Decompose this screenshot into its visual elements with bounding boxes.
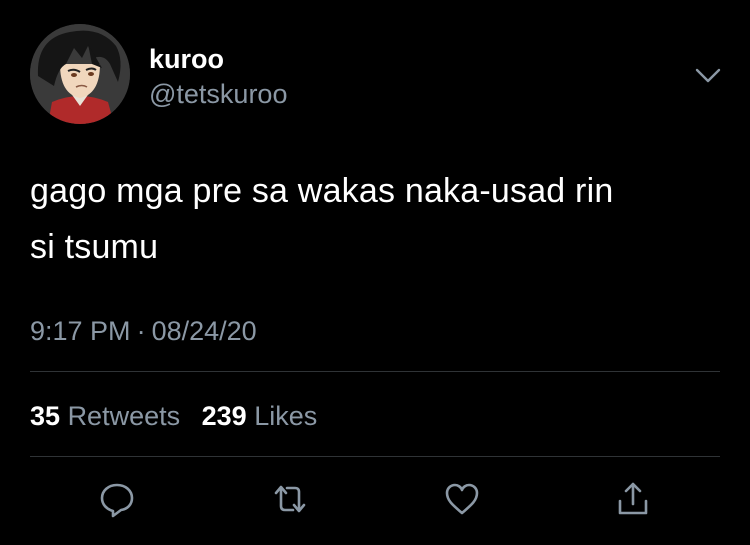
chevron-down-icon[interactable] (694, 66, 722, 86)
tweet-date: 08/24/20 (151, 316, 257, 346)
user-info: kuroo @tetskuroo (149, 43, 287, 111)
share-button[interactable] (613, 479, 653, 519)
avatar[interactable] (30, 24, 130, 124)
tweet-timestamp[interactable]: 9:17 PM · 08/24/20 (30, 313, 257, 349)
retweets-count: 35 (30, 401, 61, 431)
divider (30, 456, 720, 457)
timestamp-separator: · (136, 316, 146, 346)
retweet-button[interactable] (270, 479, 310, 519)
likes-stat[interactable]: 239 Likes (202, 398, 318, 434)
likes-label: Likes (254, 401, 318, 431)
tweet-stats: 35 Retweets 239 Likes (30, 398, 331, 434)
avatar-image (30, 24, 130, 124)
display-name[interactable]: kuroo (149, 43, 287, 75)
like-button[interactable] (442, 479, 482, 519)
tweet-time: 9:17 PM (30, 316, 131, 346)
divider (30, 371, 720, 372)
retweets-label: Retweets (67, 401, 181, 431)
tweet-text-line: si tsumu (30, 228, 159, 266)
tweet-header: kuroo @tetskuroo (30, 24, 730, 124)
reply-button[interactable] (97, 479, 137, 519)
tweet-text-line: gago mga pre sa wakas naka-usad rin (30, 172, 614, 210)
retweets-stat[interactable]: 35 Retweets (30, 398, 180, 434)
share-icon (618, 482, 648, 515)
reply-icon (100, 483, 134, 518)
retweet-icon (274, 485, 306, 513)
likes-count: 239 (201, 401, 247, 431)
tweet-text: gago mga pre sa wakas naka-usad rin si t… (30, 163, 720, 275)
heart-icon (445, 483, 479, 515)
user-handle[interactable]: @tetskuroo (149, 77, 287, 111)
